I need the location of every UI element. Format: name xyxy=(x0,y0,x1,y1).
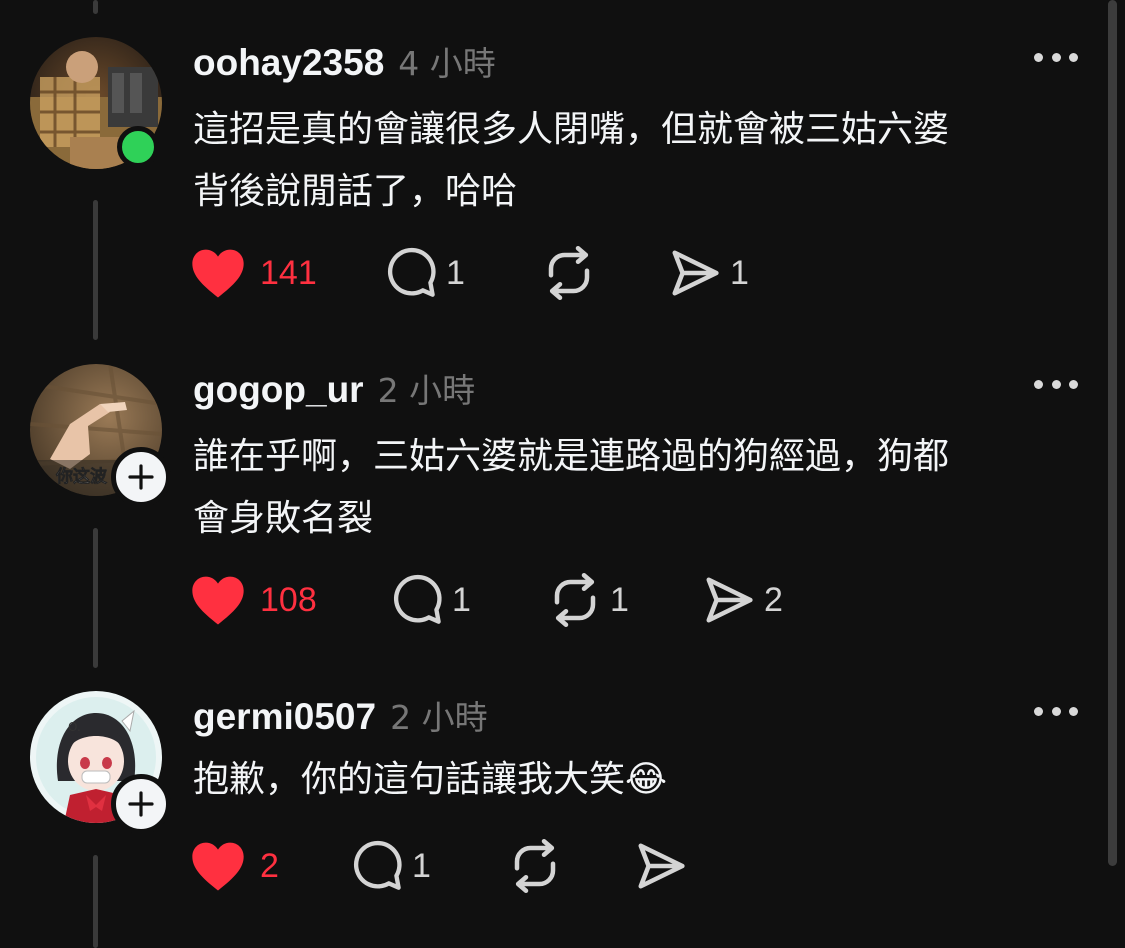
comment-text-line: 誰在乎啊，三姑六婆就是連路過的狗經過，狗都 xyxy=(193,436,950,477)
like-count: 141 xyxy=(260,253,317,292)
timestamp: 4 小時 xyxy=(398,44,496,83)
comment-header: oohay2358 4 小時 xyxy=(193,37,496,83)
heart-icon xyxy=(192,249,244,298)
share-button[interactable]: 1 xyxy=(668,245,749,301)
follow-button[interactable] xyxy=(111,774,171,834)
thread-line xyxy=(93,0,98,14)
repost-button[interactable] xyxy=(542,245,604,301)
repost-count: 1 xyxy=(610,580,629,619)
plus-icon xyxy=(128,791,154,817)
share-icon xyxy=(706,577,753,623)
share-count: 2 xyxy=(764,580,783,619)
reply-count: 1 xyxy=(452,580,471,619)
plus-icon xyxy=(128,464,154,490)
reply-button[interactable]: 1 xyxy=(392,572,471,628)
thread-line xyxy=(93,200,98,340)
share-button[interactable]: 2 xyxy=(702,572,783,628)
share-count: 1 xyxy=(730,253,749,292)
heart-icon xyxy=(192,576,244,625)
avatar[interactable] xyxy=(30,37,162,169)
comment-icon xyxy=(353,840,402,890)
repost-button[interactable] xyxy=(508,838,570,894)
comment-text-line: 背後說閒話了，哈哈 xyxy=(193,171,518,212)
repost-button[interactable]: 1 xyxy=(548,572,629,628)
action-bar: 108 1 1 2 xyxy=(190,572,840,628)
timestamp: 2 小時 xyxy=(377,371,476,410)
comment-text: 抱歉，你的這句話讓我大笑😂 xyxy=(193,749,1073,811)
thread-line xyxy=(93,528,98,668)
username[interactable]: oohay2358 xyxy=(193,42,384,84)
share-button[interactable] xyxy=(634,838,696,894)
comment-text: 誰在乎啊，三姑六婆就是連路過的狗經過，狗都 會身敗名裂 xyxy=(193,426,1073,550)
comment-icon xyxy=(393,574,442,624)
like-button[interactable]: 108 xyxy=(190,572,317,628)
comment-text-line: 這招是真的會讓很多人閉嘴，但就會被三姑六婆 xyxy=(193,109,950,150)
scrollbar[interactable] xyxy=(1108,0,1117,866)
reply-button[interactable]: 1 xyxy=(386,245,465,301)
more-icon[interactable] xyxy=(1034,366,1078,402)
avatar[interactable]: 你这波 xyxy=(30,364,171,507)
like-button[interactable]: 141 xyxy=(190,245,317,301)
repost-icon xyxy=(514,839,556,893)
like-count: 108 xyxy=(260,580,317,619)
comment-text-line: 抱歉，你的這句話讓我大笑😂 xyxy=(193,759,668,800)
timestamp: 2 小時 xyxy=(390,698,488,737)
online-status-dot xyxy=(117,126,159,168)
username[interactable]: gogop_ur xyxy=(193,369,364,411)
comment-text: 這招是真的會讓很多人閉嘴，但就會被三姑六婆 背後說閒話了，哈哈 xyxy=(193,99,1073,223)
action-bar: 141 1 1 xyxy=(190,245,840,301)
reply-count: 1 xyxy=(412,846,431,885)
more-icon[interactable] xyxy=(1034,693,1078,729)
like-button[interactable]: 2 xyxy=(190,838,279,894)
svg-text:O.: O. xyxy=(68,720,81,734)
like-count: 2 xyxy=(260,846,279,885)
comment-header: germi0507 2 小時 xyxy=(193,691,488,737)
repost-icon xyxy=(548,246,590,300)
more-icon[interactable] xyxy=(1034,39,1078,75)
reply-count: 1 xyxy=(446,253,465,292)
comment-text-line: 會身敗名裂 xyxy=(193,498,374,539)
thread-line xyxy=(93,855,98,948)
repost-icon xyxy=(554,573,596,627)
action-bar: 2 1 xyxy=(190,838,840,894)
share-icon xyxy=(672,250,719,296)
follow-button[interactable] xyxy=(111,447,171,507)
reply-button[interactable]: 1 xyxy=(352,838,431,894)
avatar-caption: 你这波 xyxy=(55,466,108,487)
heart-icon xyxy=(192,842,244,891)
avatar[interactable]: O. xyxy=(30,691,171,834)
comment-icon xyxy=(387,247,436,297)
share-icon xyxy=(638,843,685,889)
username[interactable]: germi0507 xyxy=(193,696,376,738)
comment-header: gogop_ur 2 小時 xyxy=(193,364,475,410)
